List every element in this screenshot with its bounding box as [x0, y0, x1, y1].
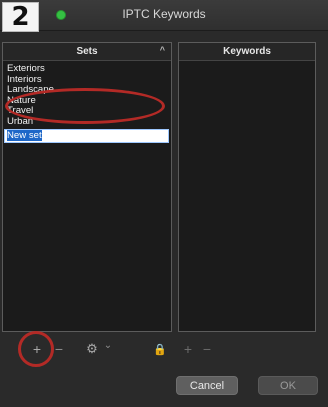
sets-panel: Sets ^ Exteriors Interiors Landscape Nat…: [2, 42, 172, 332]
remove-set-button[interactable]: −: [52, 342, 66, 356]
new-set-name-field[interactable]: New set: [4, 128, 169, 143]
step-number-badge: 2: [2, 2, 39, 32]
add-set-button[interactable]: +: [29, 342, 45, 356]
keywords-list[interactable]: [179, 61, 315, 64]
window-title: IPTC Keywords: [122, 7, 206, 21]
sets-list: Exteriors Interiors Landscape Nature Tra…: [3, 61, 171, 143]
chevron-down-icon[interactable]: ⌄: [103, 339, 113, 353]
cancel-button[interactable]: Cancel: [176, 376, 238, 395]
set-item-urban[interactable]: Urban: [3, 116, 171, 128]
gear-icon[interactable]: ⚙: [84, 342, 100, 356]
keywords-header[interactable]: Keywords: [179, 43, 315, 61]
new-set-name-text: New set: [7, 129, 42, 141]
add-keyword-button[interactable]: +: [181, 342, 195, 356]
ok-button[interactable]: OK: [258, 376, 318, 395]
sets-header[interactable]: Sets ^: [3, 43, 171, 61]
remove-keyword-button[interactable]: −: [200, 342, 214, 356]
sets-header-label: Sets: [76, 46, 98, 57]
chevron-up-icon: ^: [159, 45, 165, 55]
lock-icon[interactable]: 🔒: [153, 343, 167, 357]
title-bar: IPTC Keywords: [0, 0, 328, 31]
keywords-header-label: Keywords: [223, 46, 271, 57]
keywords-panel: Keywords: [178, 42, 316, 332]
set-item-exteriors[interactable]: Exteriors: [3, 63, 171, 75]
